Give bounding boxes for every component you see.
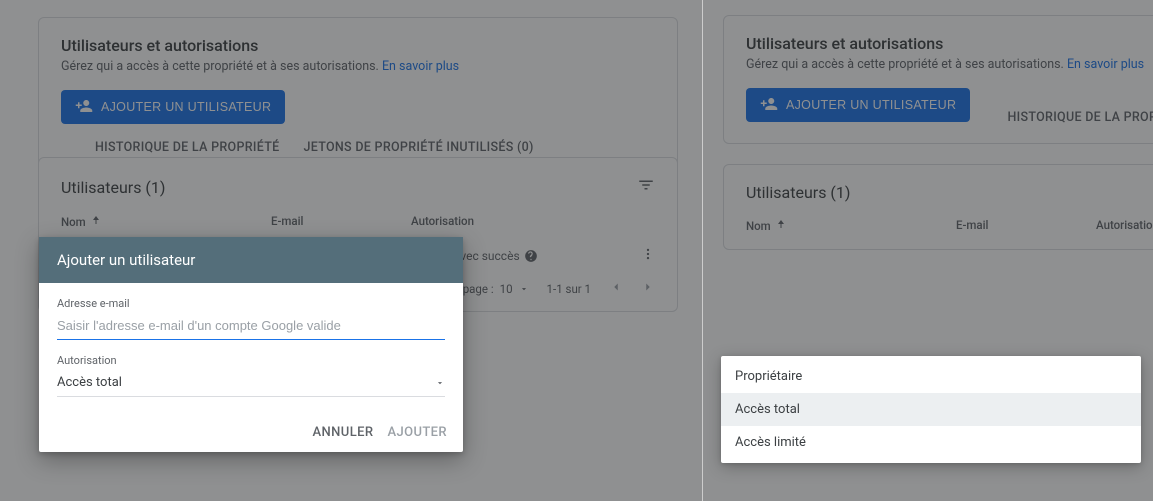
confirm-button[interactable]: AJOUTER [387, 425, 447, 440]
email-field[interactable] [57, 314, 445, 340]
dialog-title: Ajouter un utilisateur [39, 237, 463, 283]
dropdown-option-full[interactable]: Accès total [721, 393, 1141, 426]
email-label: Adresse e-mail [57, 297, 445, 310]
auth-label: Autorisation [57, 354, 445, 367]
cancel-button[interactable]: ANNULER [313, 425, 374, 440]
dropdown-icon [435, 378, 445, 388]
add-user-dialog: Ajouter un utilisateur Adresse e-mail Au… [39, 237, 463, 452]
auth-select[interactable]: Accès total [57, 371, 445, 397]
dropdown-option-owner[interactable]: Propriétaire [721, 360, 1141, 393]
auth-dropdown: Propriétaire Accès total Accès limité [721, 356, 1141, 463]
dropdown-option-limited[interactable]: Accès limité [721, 426, 1141, 459]
